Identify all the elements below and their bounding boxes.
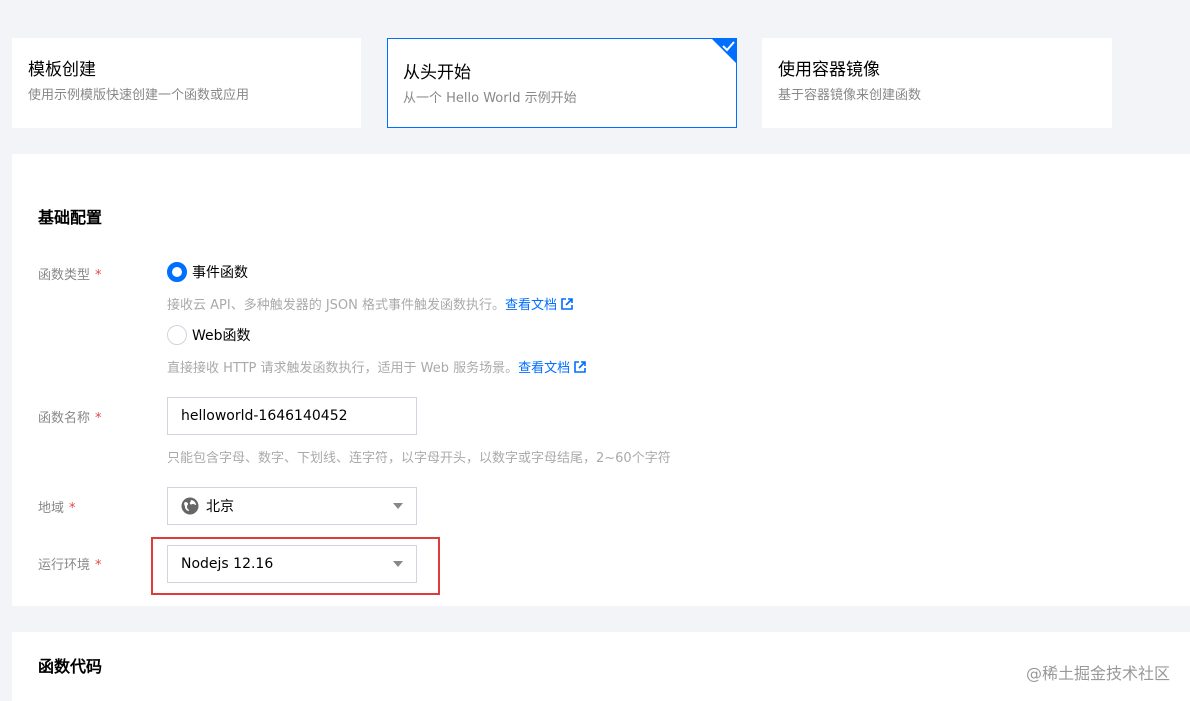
basic-config-section: 基础配置 函数类型 * 事件函数 接收云 API、多种触发器的 JSON 格式事件… (12, 154, 1190, 606)
select-value: 北京 (206, 499, 234, 515)
function-name-input[interactable]: helloworld-1646140452 (167, 397, 417, 435)
function-code-section: 函数代码 (12, 632, 1190, 701)
view-docs-link[interactable]: 查看文档 (505, 298, 573, 313)
card-from-scratch[interactable]: 从头开始 从一个 Hello World 示例开始 (387, 38, 737, 128)
function-type-label: 函数类型 * (38, 264, 102, 283)
globe-icon (181, 497, 199, 515)
external-link-icon (574, 361, 586, 373)
region-select[interactable]: 北京 (167, 487, 417, 525)
function-name-label: 函数名称 * (38, 407, 102, 426)
selected-check-icon (711, 38, 737, 64)
function-name-hint: 只能包含字母、数字、下划线、连字符，以字母开头，以数字或字母结尾，2~60个字符 (167, 451, 671, 466)
view-docs-link[interactable]: 查看文档 (518, 361, 586, 376)
required-mark: * (95, 558, 102, 573)
chevron-down-icon (393, 561, 403, 567)
required-mark: * (95, 268, 102, 283)
label-text: 函数名称 (38, 411, 91, 426)
radio-checked-icon[interactable] (167, 262, 187, 282)
label-text: 运行环境 (38, 558, 91, 573)
runtime-label: 运行环境 * (38, 554, 102, 573)
card-title: 模板创建 (28, 60, 96, 80)
chevron-down-icon (393, 503, 403, 509)
radio-unchecked-icon[interactable] (167, 325, 187, 345)
link-text: 查看文档 (518, 361, 571, 376)
card-title: 从头开始 (403, 63, 471, 83)
card-title: 使用容器镜像 (778, 60, 880, 80)
section-title: 函数代码 (38, 657, 103, 676)
label-text: 地域 (38, 501, 65, 516)
web-function-hint: 直接接收 HTTP 请求触发函数执行，适用于 Web 服务场景。查看文档 (167, 357, 586, 376)
card-desc: 从一个 Hello World 示例开始 (403, 91, 577, 106)
link-text: 查看文档 (505, 298, 558, 313)
radio-label: Web函数 (192, 328, 251, 344)
required-mark: * (69, 501, 76, 516)
card-desc: 使用示例模版快速创建一个函数或应用 (28, 88, 250, 103)
hint-text: 直接接收 HTTP 请求触发函数执行，适用于 Web 服务场景。 (167, 361, 519, 376)
event-function-hint: 接收云 API、多种触发器的 JSON 格式事件触发函数执行。查看文档 (167, 294, 573, 313)
radio-web-function[interactable]: Web函数 (167, 325, 251, 345)
label-text: 函数类型 (38, 268, 91, 283)
card-desc: 基于容器镜像来创建函数 (778, 88, 922, 103)
card-template-create[interactable]: 模板创建 使用示例模版快速创建一个函数或应用 (12, 38, 361, 128)
hint-text: 接收云 API、多种触发器的 JSON 格式事件触发函数执行。 (167, 298, 506, 313)
region-label: 地域 * (38, 497, 76, 516)
radio-event-function[interactable]: 事件函数 (167, 262, 248, 282)
section-title: 基础配置 (38, 208, 103, 227)
external-link-icon (561, 298, 573, 310)
select-value: Nodejs 12.16 (181, 556, 274, 572)
watermark: @稀土掘金技术社区 (1025, 664, 1170, 683)
card-container-image[interactable]: 使用容器镜像 基于容器镜像来创建函数 (762, 38, 1112, 128)
required-mark: * (95, 411, 102, 426)
radio-label: 事件函数 (192, 265, 248, 281)
runtime-select[interactable]: Nodejs 12.16 (167, 545, 417, 583)
